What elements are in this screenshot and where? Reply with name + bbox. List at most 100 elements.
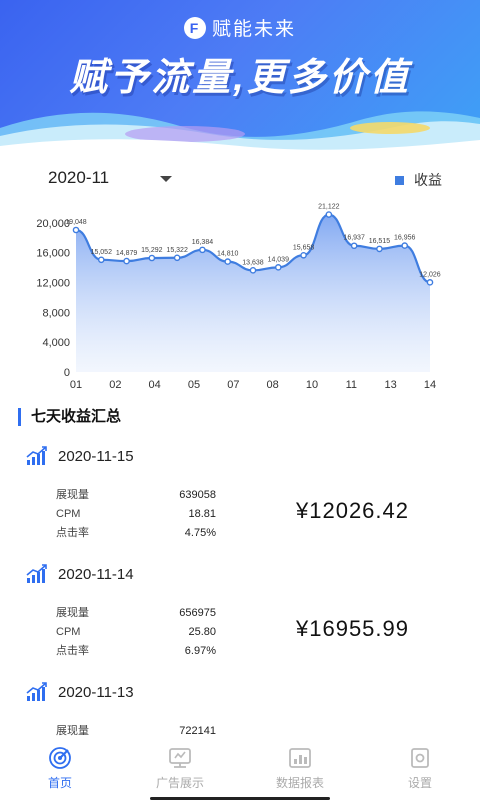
data-point	[401, 242, 409, 249]
data-label: 14,810	[217, 251, 239, 258]
y-tick-label: 16,000	[36, 248, 70, 260]
record-stats: 展现量 639058 CPM 18.81 点击率 4.75%	[56, 486, 216, 543]
stat-value: 25.80	[188, 626, 216, 638]
nav-item-data-report[interactable]: 数据报表	[250, 746, 350, 791]
banner-wave	[0, 111, 480, 158]
nav-item-settings[interactable]: 设置	[370, 746, 470, 791]
x-tick-label: 13	[385, 379, 397, 391]
legend-swatch	[395, 175, 404, 185]
data-label: 15,052	[91, 249, 113, 256]
record-card[interactable]: 2020-11-13 展现量 722141	[0, 682, 480, 740]
record-date-row: 2020-11-13	[26, 682, 134, 702]
stat-label: CPM	[56, 508, 81, 520]
x-tick-label: 05	[188, 379, 200, 391]
section-title: 七天收益汇总	[18, 408, 121, 426]
record-date: 2020-11-13	[58, 683, 134, 701]
data-label: 15,292	[141, 247, 163, 254]
trend-chart-icon	[26, 446, 47, 465]
record-stats: 展现量 656975 CPM 25.80 点击率 6.97%	[56, 604, 216, 661]
x-tick-label: 07	[227, 379, 239, 391]
data-point	[426, 279, 434, 286]
nav-item-ad-display[interactable]: 广告展示	[130, 746, 230, 791]
stat-ctr: 点击率 6.97%	[56, 642, 216, 661]
data-label: 14,039	[268, 256, 290, 263]
data-label: 16,956	[394, 235, 416, 242]
chart-header: 2020-11 收益	[0, 168, 480, 192]
nav-label: 首页	[47, 776, 72, 790]
nav-item-home[interactable]: 首页	[10, 746, 110, 791]
caret-down-icon	[160, 176, 172, 182]
data-point	[350, 242, 358, 250]
legend-label: 收益	[414, 172, 442, 188]
trend-chart-icon	[26, 682, 47, 701]
stat-label: CPM	[56, 626, 81, 638]
data-point	[300, 251, 307, 259]
revenue-chart: 0 4,000 8,000 12,000 16,000 20,000 01 02 04 05 07…	[0, 198, 480, 398]
data-point	[325, 211, 333, 218]
stat-cpm: CPM 18.81	[56, 505, 216, 524]
x-axis: 01 02 04 05 07 08 10 11 13 14	[70, 379, 436, 391]
y-tick-label: 12,000	[36, 278, 70, 290]
stat-label: 展现量	[56, 489, 89, 501]
data-point	[224, 258, 232, 265]
stat-value: 639058	[179, 489, 216, 501]
stat-impressions: 展现量 639058	[56, 486, 216, 505]
y-tick-label: 8,000	[42, 307, 70, 319]
data-label: 15,322	[166, 247, 188, 254]
x-tick-label: 01	[70, 379, 82, 391]
trend-chart-icon	[26, 564, 47, 583]
record-date: 2020-11-15	[58, 447, 134, 465]
top-banner: F 赋能未来 赋予流量,更多价值	[0, 0, 480, 158]
stat-value: 4.75%	[184, 527, 216, 539]
stat-label: 展现量	[56, 607, 89, 619]
brand-mark-icon: F	[183, 16, 206, 39]
record-amount: ¥12026.42	[296, 498, 409, 523]
radar-icon	[49, 747, 71, 769]
nav-label: 设置	[407, 776, 432, 790]
data-point	[173, 254, 181, 262]
x-tick-label: 11	[346, 379, 357, 391]
stat-impressions: 展现量 656975	[56, 604, 216, 623]
nav-label: 广告展示	[155, 776, 204, 790]
bottom-nav: 首页 广告展示 数据报表 设置	[0, 738, 480, 800]
data-label: 16,515	[369, 238, 391, 245]
x-tick-label: 08	[267, 379, 279, 391]
y-axis: 04,0008,00012,00016,00020,000	[36, 218, 70, 379]
data-point	[97, 256, 105, 264]
x-tick-label: 02	[109, 379, 121, 391]
record-card[interactable]: 2020-11-15 展现量 639058 CPM 18.81 点击率 4.75% ¥…	[0, 446, 480, 566]
data-label: 12,026	[419, 271, 441, 278]
data-label: 15,658	[293, 244, 315, 251]
data-report-icon	[289, 748, 311, 768]
brand-name: 赋能未来	[211, 19, 296, 40]
stat-label: 点击率	[56, 527, 89, 539]
banner-slogan: 赋予流量,更多价值	[69, 57, 411, 99]
settings-icon	[411, 748, 429, 768]
stat-ctr: 点击率 4.75%	[56, 524, 216, 543]
y-tick-label: 0	[64, 367, 70, 379]
data-label: 16,937	[343, 235, 365, 242]
nav-label: 数据报表	[275, 776, 324, 790]
data-point	[148, 254, 156, 262]
data-label: 13,638	[242, 259, 264, 266]
stat-value: 18.81	[188, 508, 216, 520]
stat-cpm: CPM 25.80	[56, 623, 216, 642]
data-point	[274, 264, 282, 271]
ad-display-icon	[169, 748, 191, 768]
data-label: 16,384	[192, 239, 214, 246]
record-date-row: 2020-11-14	[26, 564, 134, 584]
month-select[interactable]: 2020-11	[48, 168, 172, 188]
record-date: 2020-11-14	[58, 565, 134, 583]
data-label: 19,048	[65, 219, 87, 226]
record-card[interactable]: 2020-11-14 展现量 656975 CPM 25.80 点击率 6.97% ¥…	[0, 564, 480, 684]
stat-value: 656975	[179, 607, 216, 619]
revenue-chart-svg: 04,0008,00012,00016,00020,000 01 02 04 05 07…	[36, 204, 441, 391]
x-tick-label: 14	[424, 379, 436, 391]
x-tick-label: 04	[149, 379, 161, 391]
data-label: 21,122	[318, 204, 340, 211]
x-tick-label: 10	[306, 379, 318, 391]
record-date-row: 2020-11-15	[26, 446, 134, 466]
month-select-value: 2020-11	[48, 168, 110, 187]
data-point	[123, 257, 130, 265]
chart-legend: 收益	[395, 170, 442, 190]
